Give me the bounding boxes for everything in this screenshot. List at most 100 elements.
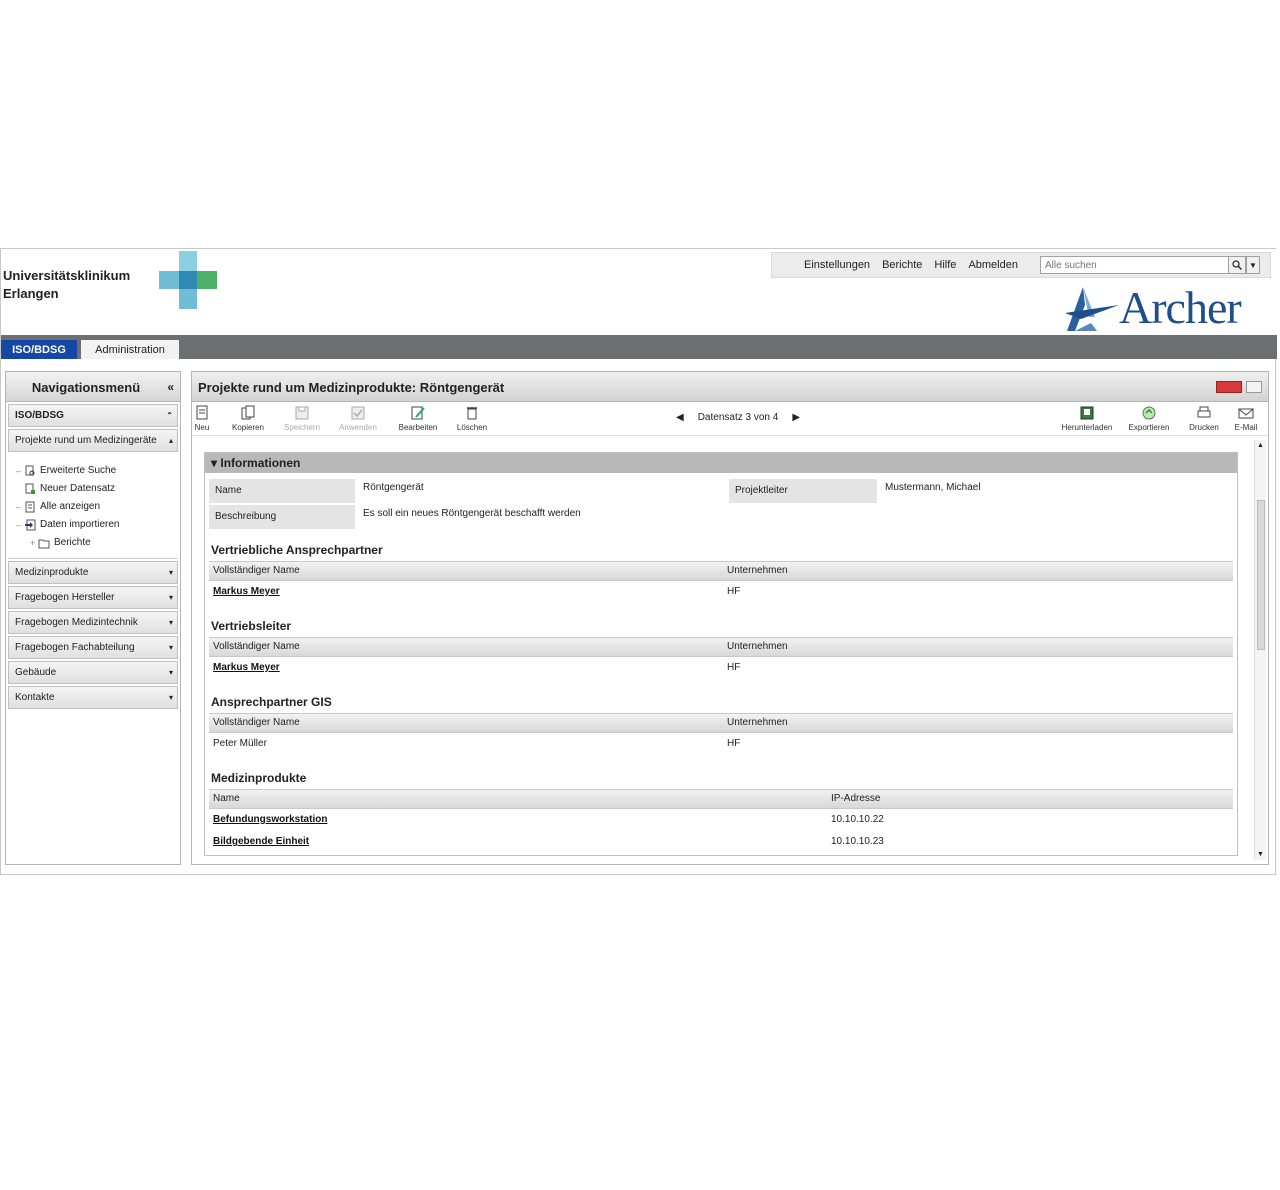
search-options-dropdown[interactable]: ▼: [1246, 256, 1260, 274]
archer-logo-mark: [1065, 287, 1119, 331]
scroll-up-icon[interactable]: ▲: [1257, 442, 1264, 449]
tree-item-show-all[interactable]: – Alle anzeigen: [16, 498, 178, 516]
search-input[interactable]: [1040, 256, 1230, 274]
export-icon: [1142, 406, 1156, 420]
sales-contacts-grid-header: Vollständiger Name Unternehmen: [209, 561, 1233, 581]
tree-item-import[interactable]: – Daten importieren: [16, 516, 178, 534]
nav-section-questionnaire-manufacturer[interactable]: Fragebogen Hersteller ▾: [8, 586, 178, 609]
company-cell: HF: [727, 586, 741, 597]
product-link[interactable]: Bildgebende Einheit: [213, 833, 309, 851]
record-header: Projekte rund um Medizinprodukte: Röntge…: [192, 372, 1268, 402]
org-name-line2: Erlangen: [3, 286, 59, 301]
section-informationen-header[interactable]: ▾ Informationen: [205, 453, 1237, 473]
contact-link[interactable]: Markus Meyer: [213, 583, 280, 601]
company-cell: HF: [727, 738, 741, 749]
nav-section-label: Projekte rund um Medizingeräte: [15, 435, 157, 446]
nav-section-label: Fragebogen Hersteller: [15, 592, 115, 603]
gis-contact-grid-header: Vollständiger Name Unternehmen: [209, 713, 1233, 733]
folder-icon: [38, 537, 50, 549]
tree-item-reports[interactable]: + Berichte: [16, 534, 178, 552]
print-button[interactable]: Drucken: [1180, 405, 1228, 432]
nav-tree: – Erweiterte Suche Neuer Datensatz – All…: [8, 456, 178, 559]
tree-connector: –: [16, 520, 22, 530]
nav-section-questionnaire-medtech[interactable]: Fragebogen Medizintechnik ▾: [8, 611, 178, 634]
download-icon: [1080, 406, 1094, 420]
next-record-icon[interactable]: ▶: [792, 412, 800, 423]
nav-section-iso-bdsg[interactable]: ISO/BDSG ⌃: [8, 404, 178, 427]
nav-section-buildings[interactable]: Gebäude ▾: [8, 661, 178, 684]
list-document-icon: [24, 501, 36, 513]
tree-item-label: Daten importieren: [40, 519, 120, 530]
download-button[interactable]: Herunterladen: [1060, 405, 1114, 432]
search-icon: [1232, 260, 1242, 270]
printer-icon: [1197, 406, 1211, 418]
export-button[interactable]: Exportieren: [1122, 405, 1176, 432]
record-toolbar: Neu Kopieren Speichern Anwenden Bearbeit…: [192, 402, 1268, 436]
tool-label: Drucken: [1189, 423, 1219, 432]
new-button[interactable]: Neu: [178, 405, 226, 432]
tool-label: E-Mail: [1234, 423, 1258, 432]
tool-label: Bearbeiten: [398, 423, 438, 432]
nav-section-medical-products[interactable]: Medizinprodukte ▾: [8, 561, 178, 584]
edit-icon: [411, 406, 425, 420]
module-tab-bar: ISO/BDSG Administration: [1, 335, 1277, 359]
tree-item-label: Berichte: [54, 537, 91, 548]
copy-button[interactable]: Kopieren: [224, 405, 272, 432]
sales-manager-title: Vertriebsleiter: [211, 619, 292, 633]
company-cell: HF: [727, 662, 741, 673]
previous-record-icon[interactable]: ◀: [676, 412, 684, 423]
menu-reports[interactable]: Berichte: [882, 259, 922, 271]
application-window: Universitätsklinikum Erlangen Einstellun…: [0, 248, 1277, 875]
delete-button[interactable]: Löschen: [448, 405, 496, 432]
apply-icon: [351, 406, 365, 420]
tab-iso-bdsg[interactable]: ISO/BDSG: [1, 340, 77, 359]
menu-help[interactable]: Hilfe: [934, 259, 956, 271]
tree-item-label: Alle anzeigen: [40, 501, 101, 512]
description-value: Es soll ein neues Röntgengerät beschafft…: [363, 508, 581, 519]
col-full-name: Vollständiger Name: [213, 717, 300, 728]
nav-title: Navigationsmenü: [31, 380, 141, 395]
search-button[interactable]: [1228, 256, 1246, 274]
chevron-up-icon: ⌃: [166, 411, 173, 420]
tree-item-advanced-search[interactable]: – Erweiterte Suche: [16, 462, 178, 480]
table-row: Markus Meyer HF: [209, 583, 1233, 603]
record-content: ▾ Informationen Name Röntgengerät Projek…: [204, 452, 1238, 856]
edit-button[interactable]: Bearbeiten: [394, 405, 442, 432]
product-link[interactable]: Befundungsworkstation: [213, 811, 327, 829]
vertical-scrollbar[interactable]: ▲ ▼: [1254, 440, 1266, 860]
apply-button[interactable]: Anwenden: [334, 405, 382, 432]
collapse-nav-icon[interactable]: «: [167, 380, 174, 394]
col-company: Unternehmen: [727, 641, 788, 652]
col-ip-address: IP-Adresse: [831, 793, 881, 804]
import-icon: [24, 519, 36, 531]
search-document-icon: [24, 465, 36, 477]
tree-item-new-record[interactable]: Neuer Datensatz: [16, 480, 178, 498]
menu-logout[interactable]: Abmelden: [968, 259, 1018, 271]
nav-section-projects[interactable]: Projekte rund um Medizingeräte ▴: [8, 429, 178, 452]
medical-products-grid-header: Name IP-Adresse: [209, 789, 1233, 809]
maximize-window-icon[interactable]: [1246, 381, 1262, 393]
ip-cell: 10.10.10.23: [831, 836, 884, 847]
tree-connector: +: [30, 538, 36, 548]
organization-name: Universitätsklinikum Erlangen: [3, 267, 130, 303]
tab-administration[interactable]: Administration: [81, 340, 179, 359]
trash-icon: [467, 407, 477, 420]
page-header: Universitätsklinikum Erlangen Einstellun…: [1, 249, 1277, 335]
close-window-icon[interactable]: [1216, 381, 1242, 393]
sales-contacts-title: Vertriebliche Ansprechpartner: [211, 543, 383, 557]
nav-section-contacts[interactable]: Kontakte ▾: [8, 686, 178, 709]
tool-label: Herunterladen: [1061, 423, 1113, 432]
menu-settings[interactable]: Einstellungen: [804, 259, 870, 271]
tree-item-label: Erweiterte Suche: [40, 465, 117, 476]
scrollbar-thumb[interactable]: [1257, 500, 1265, 650]
scroll-down-icon[interactable]: ▼: [1257, 851, 1264, 858]
chevron-down-icon: ▾: [168, 618, 173, 627]
save-button[interactable]: Speichern: [278, 405, 326, 432]
col-company: Unternehmen: [727, 717, 788, 728]
email-button[interactable]: E-Mail: [1222, 405, 1270, 432]
record-navigator: ◀ Datensatz 3 von 4 ▶: [662, 412, 814, 423]
contact-link[interactable]: Markus Meyer: [213, 659, 280, 677]
col-name: Name: [213, 793, 240, 804]
contact-name-cell: Peter Müller: [213, 738, 267, 749]
nav-section-questionnaire-department[interactable]: Fragebogen Fachabteilung ▾: [8, 636, 178, 659]
